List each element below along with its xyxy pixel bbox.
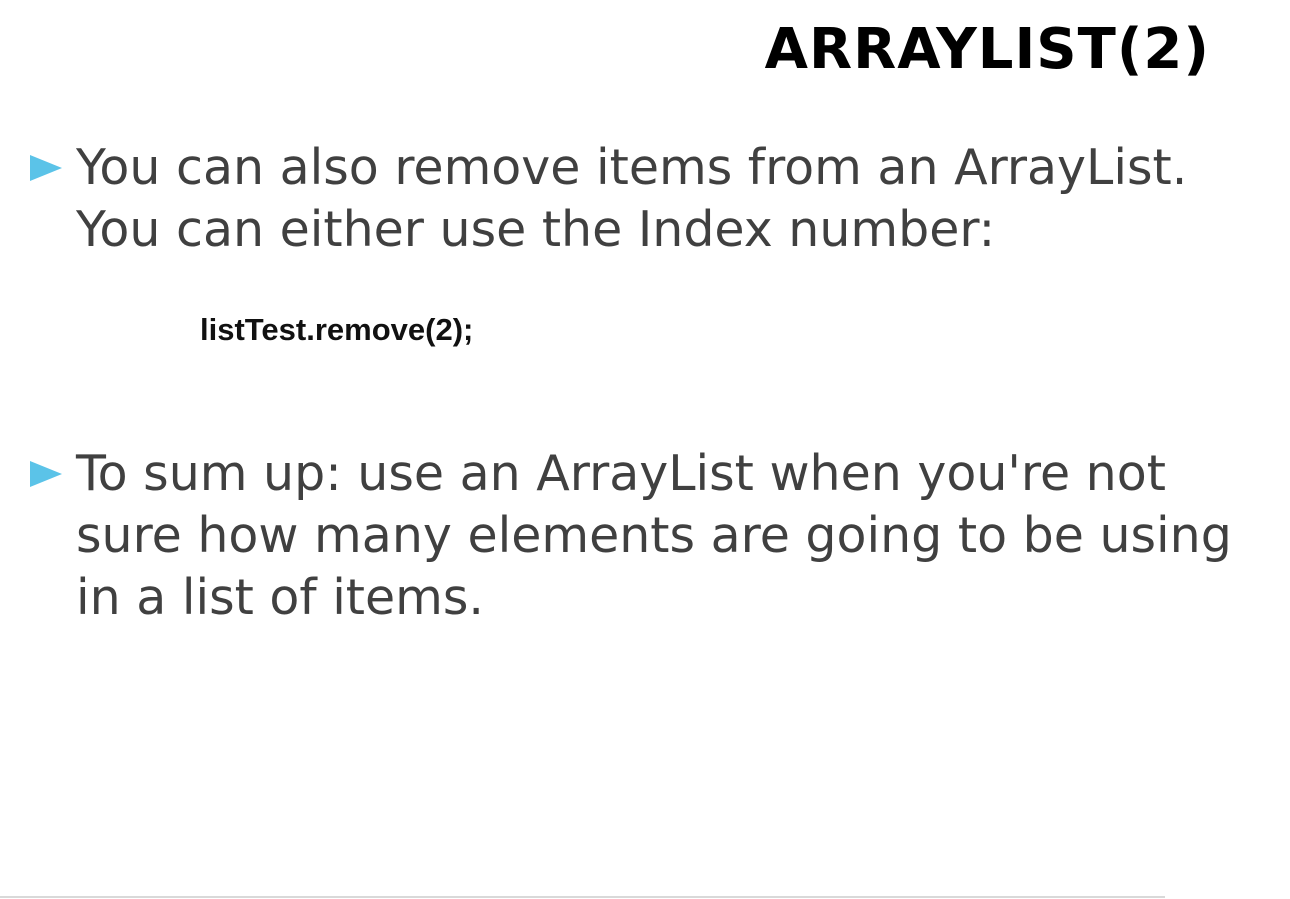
slide-title: ARRAYLIST(2) <box>764 17 1210 82</box>
triangle-bullet-icon <box>30 155 62 181</box>
bullet-text: To sum up: use an ArrayList when you're … <box>76 445 1232 626</box>
footer-divider <box>0 896 1165 898</box>
code-snippet: listTest.remove(2); <box>200 312 474 347</box>
triangle-bullet-icon <box>30 461 62 487</box>
bullet-text: You can also remove items from an ArrayL… <box>76 139 1188 258</box>
